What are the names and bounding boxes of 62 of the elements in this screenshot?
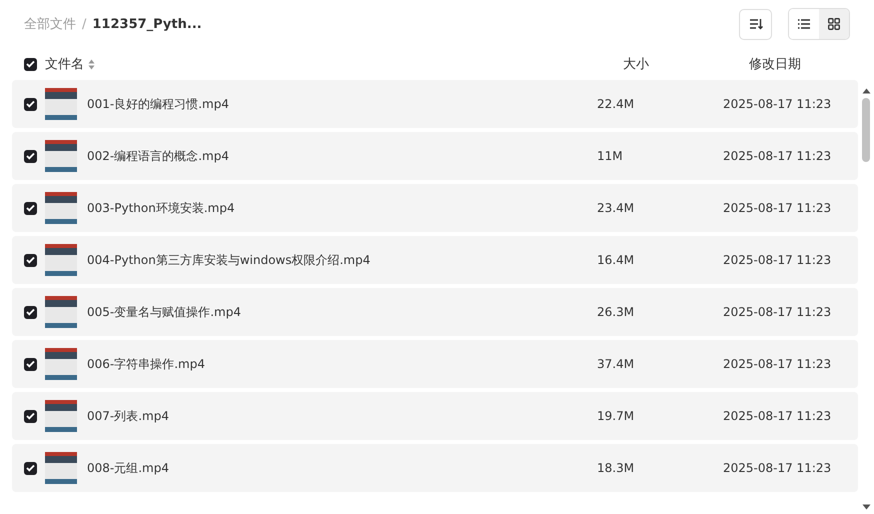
modified-date: 2025-08-17 11:23 bbox=[723, 97, 832, 111]
modified-date: 2025-08-17 11:23 bbox=[723, 409, 832, 423]
file-size: 22.4M bbox=[597, 97, 636, 111]
file-name: 007-列表.mp4 bbox=[87, 408, 170, 424]
modified-date: 2025-08-17 11:23 bbox=[723, 201, 832, 215]
file-size: 19.7M bbox=[597, 409, 636, 423]
row-checkbox[interactable] bbox=[24, 98, 37, 110]
select-all-checkbox[interactable] bbox=[24, 58, 37, 70]
sort-button[interactable] bbox=[739, 8, 772, 40]
scrollbar-thumb[interactable] bbox=[862, 98, 870, 162]
file-row[interactable]: 007-列表.mp4 19.7M 2025-08-17 11:23 bbox=[12, 392, 858, 440]
column-header[interactable]: 修改日期 bbox=[749, 55, 801, 73]
file-size: 26.3M bbox=[597, 305, 636, 319]
file-name: 004-Python第三方库安装与windows权限介绍.mp4 bbox=[87, 252, 372, 268]
file-row[interactable]: 008-元组.mp4 18.3M 2025-08-17 11:23 bbox=[12, 444, 858, 492]
video-thumbnail bbox=[45, 400, 77, 432]
scroll-up-icon[interactable] bbox=[862, 88, 870, 94]
modified-date: 2025-08-17 11:23 bbox=[723, 461, 832, 475]
video-thumbnail bbox=[45, 452, 77, 484]
grid-icon bbox=[828, 18, 840, 30]
row-checkbox[interactable] bbox=[24, 150, 37, 162]
modified-date: 2025-08-17 11:23 bbox=[723, 149, 832, 163]
file-row[interactable]: 005-变量名与赋值操作.mp4 26.3M 2025-08-17 11:23 bbox=[12, 288, 858, 336]
file-name: 005-变量名与赋值操作.mp4 bbox=[87, 304, 242, 320]
video-thumbnail bbox=[45, 88, 77, 120]
file-row[interactable]: 004-Python第三方库安装与windows权限介绍.mp4 16.4M 2025-08-17 11:23 bbox=[12, 236, 858, 284]
video-thumbnail bbox=[45, 244, 77, 276]
file-size: 16.4M bbox=[597, 253, 636, 267]
file-name: 001-良好的编程习惯.mp4 bbox=[87, 96, 230, 112]
modified-date: 2025-08-17 11:23 bbox=[723, 253, 832, 267]
video-thumbnail bbox=[45, 296, 77, 328]
sort-arrows-icon[interactable] bbox=[88, 58, 95, 70]
file-size: 18.3M bbox=[597, 461, 636, 475]
row-checkbox[interactable] bbox=[24, 306, 37, 318]
list-icon bbox=[798, 19, 810, 29]
video-thumbnail bbox=[45, 140, 77, 172]
file-row[interactable]: 001-良好的编程习惯.mp4 22.4M 2025-08-17 11:23 bbox=[12, 80, 858, 128]
file-row[interactable]: 002-编程语言的概念.mp4 11M 2025-08-17 11:23 bbox=[12, 132, 858, 180]
video-thumbnail bbox=[45, 192, 77, 224]
file-name: 002-编程语言的概念.mp4 bbox=[87, 148, 230, 164]
file-row[interactable]: 006-字符串操作.mp4 37.4M 2025-08-17 11:23 bbox=[12, 340, 858, 388]
file-size: 11M bbox=[597, 149, 624, 163]
row-checkbox[interactable] bbox=[24, 462, 37, 474]
file-row[interactable]: 003-Python环境安装.mp4 23.4M 2025-08-17 11:23 bbox=[12, 184, 858, 232]
file-size: 37.4M bbox=[597, 357, 636, 371]
modified-date: 2025-08-17 11:23 bbox=[723, 357, 832, 371]
row-checkbox[interactable] bbox=[24, 202, 37, 214]
column-header[interactable]: 文件名 bbox=[45, 55, 84, 73]
scroll-down-icon[interactable] bbox=[862, 504, 870, 510]
file-name: 008-元组.mp4 bbox=[87, 460, 170, 476]
file-size: 23.4M bbox=[597, 201, 636, 215]
row-checkbox[interactable] bbox=[24, 254, 37, 266]
column-header[interactable]: 大小 bbox=[623, 55, 749, 73]
breadcrumb-separator: / bbox=[82, 16, 86, 32]
sort-icon bbox=[748, 18, 762, 30]
grid-view-button[interactable] bbox=[819, 9, 849, 39]
file-name: 006-字符串操作.mp4 bbox=[87, 356, 206, 372]
video-thumbnail bbox=[45, 348, 77, 380]
row-checkbox[interactable] bbox=[24, 410, 37, 422]
row-checkbox[interactable] bbox=[24, 358, 37, 370]
modified-date: 2025-08-17 11:23 bbox=[723, 305, 832, 319]
file-name: 003-Python环境安装.mp4 bbox=[87, 200, 236, 216]
